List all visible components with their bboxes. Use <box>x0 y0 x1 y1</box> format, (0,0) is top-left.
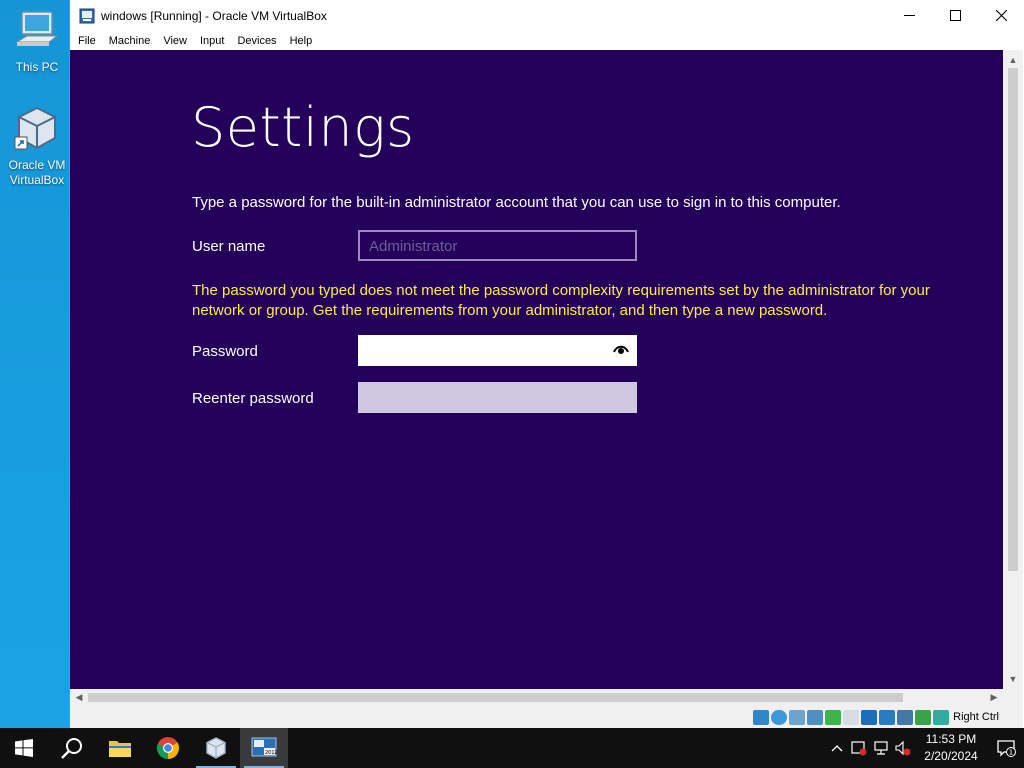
menu-file[interactable]: File <box>73 35 101 47</box>
username-value: Administrator <box>369 238 458 255</box>
computer-icon <box>15 11 59 46</box>
username-field: Administrator <box>358 230 637 261</box>
horizontal-scroll-thumb[interactable] <box>88 693 903 702</box>
video-capture-icon[interactable] <box>879 709 896 725</box>
start-icon <box>15 739 33 757</box>
minimize-button[interactable] <box>886 0 932 31</box>
file-explorer-button[interactable] <box>96 728 144 768</box>
reveal-password-icon[interactable] <box>613 344 629 356</box>
optical-drive-icon[interactable] <box>771 709 788 725</box>
start-button[interactable] <box>0 728 48 768</box>
virtualbox-icon <box>14 106 56 150</box>
menu-view[interactable]: View <box>158 35 192 47</box>
vm-2012-icon: 2012 <box>251 737 277 757</box>
desktop-icon-label: Oracle VM VirtualBox <box>8 158 66 187</box>
virtualbox-window: windows [Running] - Oracle VM VirtualBox… <box>69 0 1024 728</box>
hard-disk-icon[interactable] <box>753 709 770 725</box>
minimize-icon <box>903 15 915 16</box>
reenter-password-input[interactable] <box>358 382 637 413</box>
system-tray: 11:53 PM 2/20/2024 1 <box>826 728 1024 768</box>
notification-count: 1 <box>1009 749 1013 757</box>
maximize-button[interactable] <box>932 0 978 31</box>
vm-window-icon <box>79 8 95 23</box>
shared-folders-icon[interactable] <box>843 709 860 725</box>
virtualbox-icon <box>206 737 226 759</box>
password-input[interactable] <box>358 335 637 366</box>
menu-bar: File Machine View Input Devices Help <box>70 31 1024 50</box>
clock-time: 11:53 PM <box>925 732 977 746</box>
clock-date: 2/20/2024 <box>924 749 978 763</box>
file-explorer-icon <box>109 741 131 757</box>
volume-tray-button[interactable] <box>892 728 914 768</box>
close-icon <box>995 10 1007 21</box>
virtualization-icon[interactable] <box>897 709 914 725</box>
error-message: The password you typed does not meet the… <box>192 282 930 319</box>
search-button[interactable] <box>48 728 96 768</box>
clock[interactable]: 11:53 PM 2/20/2024 <box>914 731 988 765</box>
menu-help[interactable]: Help <box>285 35 318 47</box>
scroll-up-icon[interactable]: ▲ <box>1003 52 1023 68</box>
shield-warning-icon <box>851 741 867 756</box>
usb-icon[interactable] <box>825 709 842 725</box>
title-bar[interactable]: windows [Running] - Oracle VM VirtualBox <box>70 0 1024 31</box>
username-label: User name <box>192 238 266 255</box>
network-tray-button[interactable] <box>870 728 892 768</box>
scroll-left-icon[interactable]: ◀ <box>71 689 87 706</box>
host-key-label: Right Ctrl <box>953 711 999 723</box>
security-tray-button[interactable] <box>848 728 870 768</box>
svg-text:2012: 2012 <box>265 750 277 756</box>
network-icon <box>874 741 888 755</box>
page-title: Settings <box>191 96 415 159</box>
menu-machine[interactable]: Machine <box>104 35 156 47</box>
password-label: Password <box>192 343 258 360</box>
network-icon[interactable] <box>807 709 824 725</box>
vm-window-taskbar-button[interactable]: 2012 <box>240 728 288 768</box>
taskbar: 2012 11:53 PM 2/20/2024 1 <box>0 728 1024 768</box>
guest-additions-icon[interactable] <box>915 709 932 725</box>
chrome-button[interactable] <box>144 728 192 768</box>
scrollbar-corner <box>1003 689 1023 706</box>
scroll-right-icon[interactable]: ▶ <box>986 689 1002 706</box>
virtualbox-taskbar-button[interactable] <box>192 728 240 768</box>
window-title: windows [Running] - Oracle VM VirtualBox <box>101 8 327 23</box>
horizontal-scrollbar[interactable]: ◀ ▶ <box>70 689 1003 706</box>
close-button[interactable] <box>978 0 1024 31</box>
menu-devices[interactable]: Devices <box>232 35 281 47</box>
search-icon <box>61 738 82 759</box>
mouse-integration-icon[interactable] <box>933 709 950 725</box>
status-bar: Right Ctrl <box>70 706 1023 728</box>
vertical-scrollbar[interactable]: ▲ ▼ <box>1003 50 1023 689</box>
notification-icon: 1 <box>997 740 1016 757</box>
desktop-icon-this-pc[interactable]: This PC <box>4 6 70 75</box>
chrome-icon <box>156 737 179 759</box>
maximize-icon <box>949 10 961 21</box>
display-icon[interactable] <box>861 709 878 725</box>
volume-muted-icon <box>895 740 911 756</box>
scroll-down-icon[interactable]: ▼ <box>1003 671 1023 687</box>
guest-display[interactable]: Settings Type a password for the built-i… <box>70 50 1003 689</box>
audio-icon[interactable] <box>789 709 806 725</box>
instruction-text: Type a password for the built-in adminis… <box>192 194 841 211</box>
menu-input[interactable]: Input <box>195 35 229 47</box>
reenter-password-label: Reenter password <box>192 390 314 407</box>
show-hidden-icons-button[interactable] <box>826 728 848 768</box>
desktop-icon-label: This PC <box>15 60 59 74</box>
vertical-scroll-thumb[interactable] <box>1008 68 1018 571</box>
desktop-icon-virtualbox[interactable]: Oracle VM VirtualBox <box>4 104 70 188</box>
notification-center-button[interactable]: 1 <box>988 728 1024 768</box>
chevron-up-icon <box>831 745 843 752</box>
